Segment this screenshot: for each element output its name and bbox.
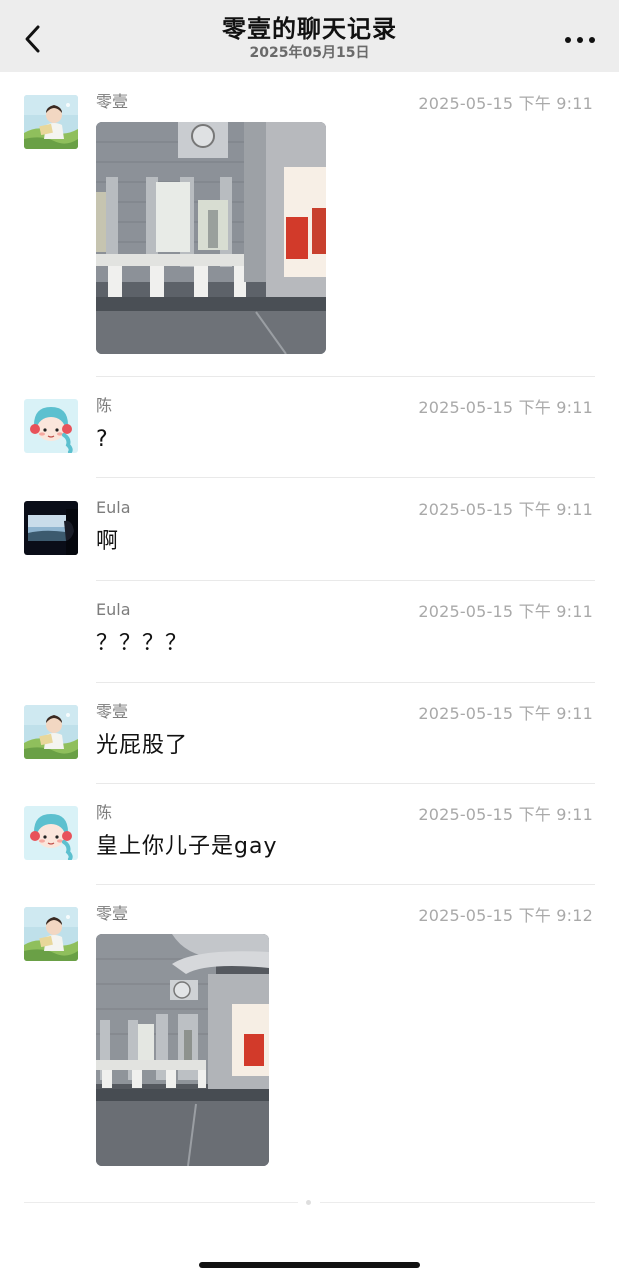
message-text: ？？？？ bbox=[96, 631, 189, 656]
avatar-lingyi[interactable] bbox=[24, 95, 78, 149]
message-divider bbox=[96, 580, 595, 581]
avatar-lingyi[interactable] bbox=[24, 705, 78, 759]
end-divider-dot bbox=[306, 1200, 311, 1205]
avatar-chen[interactable] bbox=[24, 806, 78, 860]
page-title: 零壹的聊天记录 bbox=[222, 15, 397, 43]
sender-name: 零壹 bbox=[96, 904, 129, 923]
building-photo-image bbox=[96, 122, 326, 354]
message-time: 2025-05-15 下午 9:11 bbox=[418, 500, 593, 519]
cartoon-girl-headphones-avatar-image bbox=[24, 399, 78, 453]
photo-building-night-2[interactable] bbox=[96, 934, 269, 1166]
girl-with-book-avatar-image bbox=[24, 907, 78, 961]
message-time: 2025-05-15 下午 9:11 bbox=[418, 398, 593, 417]
sender-name: 陈 bbox=[96, 803, 113, 822]
message-time: 2025-05-15 下午 9:11 bbox=[418, 94, 593, 113]
end-divider-left bbox=[24, 1202, 298, 1203]
avatar-eula[interactable] bbox=[24, 501, 78, 555]
page-subtitle-date: 2025年05月15日 bbox=[249, 45, 370, 61]
girl-with-book-avatar-image bbox=[24, 705, 78, 759]
home-indicator[interactable] bbox=[199, 1262, 420, 1268]
message-divider bbox=[96, 376, 595, 377]
cartoon-girl-headphones-avatar-image bbox=[24, 806, 78, 860]
sender-name: 零壹 bbox=[96, 702, 129, 721]
window-view-avatar-image bbox=[24, 501, 78, 555]
building-photo-image bbox=[96, 934, 269, 1166]
sender-name: 零壹 bbox=[96, 92, 129, 111]
girl-with-book-avatar-image bbox=[24, 95, 78, 149]
message-text: 皇上你儿子是gay bbox=[96, 834, 278, 859]
avatar-lingyi[interactable] bbox=[24, 907, 78, 961]
message-text: 光屁股了 bbox=[96, 733, 189, 758]
message-divider bbox=[96, 682, 595, 683]
sender-name: Eula bbox=[96, 498, 131, 517]
message-time: 2025-05-15 下午 9:11 bbox=[418, 602, 593, 621]
message-text: 啊 bbox=[96, 529, 120, 554]
more-dots-icon bbox=[565, 37, 595, 43]
sender-name: Eula bbox=[96, 600, 131, 619]
photo-building-night-1[interactable] bbox=[96, 122, 326, 354]
message-divider bbox=[96, 477, 595, 478]
message-time: 2025-05-15 下午 9:12 bbox=[418, 906, 593, 925]
message-divider bbox=[96, 884, 595, 885]
more-button[interactable] bbox=[563, 32, 597, 46]
message-time: 2025-05-15 下午 9:11 bbox=[418, 805, 593, 824]
message-divider bbox=[96, 783, 595, 784]
message-time: 2025-05-15 下午 9:11 bbox=[418, 704, 593, 723]
sender-name: 陈 bbox=[96, 396, 113, 415]
message-text: ? bbox=[96, 427, 109, 452]
header-title-block: 零壹的聊天记录 2025年05月15日 bbox=[0, 14, 619, 61]
end-divider-right bbox=[320, 1202, 595, 1203]
avatar-chen[interactable] bbox=[24, 399, 78, 453]
chat-record-header: 零壹的聊天记录 2025年05月15日 bbox=[0, 0, 619, 72]
